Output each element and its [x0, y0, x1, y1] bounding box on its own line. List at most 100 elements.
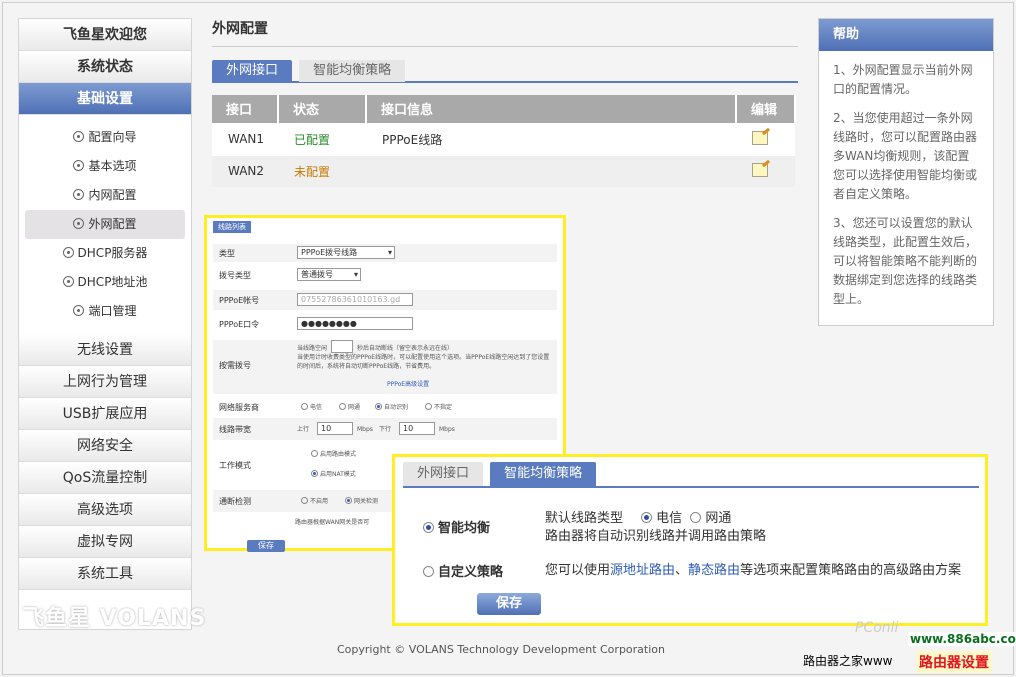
sub-item-wizard[interactable]: 配置向导	[25, 123, 185, 152]
dial-select[interactable]: 普通拨号	[297, 268, 361, 281]
menu-wireless[interactable]: 无线设置	[19, 334, 191, 366]
password-label: PPPoE口令	[219, 320, 260, 329]
save-button[interactable]: 保存	[247, 540, 285, 552]
tab-bar: 外网接口 智能均衡策略	[403, 462, 979, 488]
source-routing-link[interactable]: 源地址路由	[610, 563, 675, 578]
detect-opt: 不启用	[310, 498, 329, 505]
bw-down-input[interactable]: 10	[399, 422, 435, 435]
radio-icon[interactable]	[375, 403, 382, 410]
isp-opt: 电信	[310, 404, 323, 411]
tab-smart-balance[interactable]: 智能均衡策略	[299, 60, 406, 82]
cell-info: PPPoE线路	[366, 122, 736, 155]
password-input[interactable]: ●●●●●●●●	[297, 317, 413, 330]
row-redial: 按需拨号 当线路空闲 秒后自动断线（留空表示永远在线） 当使用计时收费类型的PP…	[213, 340, 557, 394]
sub-item-port-mgmt[interactable]: 端口管理	[25, 297, 185, 326]
radio-icon[interactable]	[339, 403, 346, 410]
page-title: 外网配置	[212, 18, 798, 47]
menu-advanced[interactable]: 高级选项	[19, 494, 191, 526]
cell-iface: WAN2	[212, 154, 278, 187]
smart-balance-option[interactable]: 智能均衡	[423, 517, 490, 536]
bw-down-label: 下行	[379, 426, 392, 433]
custom-desc: 您可以使用源地址路由、静态路由等选项来配置策略路由的高级路由方案	[545, 563, 962, 578]
isp-label: 网络服务商	[219, 403, 259, 412]
radio-icon[interactable]	[345, 497, 352, 504]
account-label: PPPoE帐号	[219, 296, 260, 305]
menu-system-status[interactable]: 系统状态	[19, 51, 191, 83]
radio-icon[interactable]	[423, 566, 434, 577]
menu-tools[interactable]: 系统工具	[19, 558, 191, 590]
sub-item-lan[interactable]: 内网配置	[25, 181, 185, 210]
sub-item-wan[interactable]: 外网配置	[25, 210, 185, 239]
bw-up-input[interactable]: 10	[317, 422, 353, 435]
table-row: WAN1 已配置 PPPoE线路	[212, 122, 795, 155]
bw-unit: Mbps	[439, 426, 455, 433]
tab-bar: 外网接口 智能均衡策略	[212, 59, 798, 83]
pppoe-advanced-link[interactable]: PPPoE高级设置	[387, 380, 429, 389]
mode-label: 工作模式	[219, 461, 251, 470]
sub-item-dhcp-server[interactable]: DHCP服务器	[25, 239, 185, 268]
sub-item-dhcp-pool[interactable]: DHCP地址池	[25, 268, 185, 297]
save-button[interactable]: 保存	[477, 593, 541, 615]
sidebar: 飞鱼星欢迎您 系统状态 基础设置 配置向导 基本选项 内网配置 外网配置 DHC…	[18, 18, 192, 630]
menu-usb[interactable]: USB扩展应用	[19, 398, 191, 430]
radio-icon	[73, 305, 85, 316]
idle-seconds-input[interactable]	[331, 340, 353, 353]
pconline-watermark: PConli	[855, 620, 899, 636]
help-paragraph: 3、您还可以设置您的默认线路类型，此配置生效后，可以将智能策略不能判断的数据绑定…	[833, 216, 978, 306]
col-header-info: 接口信息	[366, 95, 737, 123]
mode-opt: 启用路由模式	[320, 451, 357, 458]
col-header-iface: 接口	[212, 95, 279, 123]
radio-icon[interactable]	[311, 450, 318, 457]
help-title: 帮助	[819, 19, 993, 51]
account-input[interactable]: 07552786361010163.gd	[297, 293, 413, 306]
edit-icon[interactable]	[752, 162, 768, 177]
volans-logo: 飞鱼星 VOLANS	[22, 606, 207, 631]
menu-welcome[interactable]: 飞鱼星欢迎您	[19, 19, 191, 51]
radio-icon[interactable]	[301, 403, 308, 410]
radio-icon	[62, 247, 74, 258]
detect-opt: 网关检测	[354, 498, 379, 505]
menu-security[interactable]: 网络安全	[19, 430, 191, 462]
telecom-label: 电信	[656, 511, 683, 526]
menu-basic-settings[interactable]: 基础设置	[19, 83, 191, 115]
radio-icon	[73, 160, 85, 171]
radio-icon[interactable]	[641, 512, 653, 523]
cell-status: 未配置	[278, 154, 366, 187]
radio-icon[interactable]	[423, 522, 434, 533]
radio-icon[interactable]	[425, 403, 432, 410]
row-account: PPPoE帐号 07552786361010163.gd	[213, 290, 557, 310]
help-paragraph: 2、当您使用超过一条外网线路时，您可以配置路由器多WAN均衡规则，该配置您可以选…	[833, 111, 978, 201]
cell-status: 已配置	[278, 122, 366, 155]
main-content: 外网配置 外网接口 智能均衡策略 接口 状态 接口信息 编辑 WAN1 已配置 …	[212, 18, 798, 187]
help-paragraph: 1、外网配置显示当前外网口的配置情况。	[833, 63, 973, 96]
radio-icon[interactable]	[301, 497, 308, 504]
menu-qos[interactable]: QoS流量控制	[19, 462, 191, 494]
tab-wan-interface[interactable]: 外网接口	[212, 60, 293, 82]
site-watermark: www.886abc.com	[908, 632, 1016, 646]
radio-icon[interactable]	[690, 512, 702, 523]
isp-opt: 不指定	[434, 404, 453, 411]
menu-vpn[interactable]: 虚拟专网	[19, 526, 191, 558]
help-panel: 帮助 1、外网配置显示当前外网口的配置情况。 2、当您使用超过一条外网线路时，您…	[818, 18, 994, 326]
radio-icon[interactable]	[311, 470, 318, 477]
netcom-label: 网通	[705, 511, 732, 526]
tab-smart-balance[interactable]: 智能均衡策略	[490, 462, 597, 486]
balance-policy-overlay: 外网接口 智能均衡策略 智能均衡 默认线路类型 电信 网通 路由器将自动识别线路…	[392, 454, 988, 626]
smart-desc: 路由器将自动识别线路并调用路由策略	[545, 529, 767, 544]
dial-label: 拨号类型	[219, 271, 251, 280]
radio-icon	[73, 131, 85, 142]
menu-behavior[interactable]: 上网行为管理	[19, 366, 191, 398]
detect-label: 通断检测	[219, 497, 251, 506]
sub-item-basic-options[interactable]: 基本选项	[25, 152, 185, 181]
type-select[interactable]: PPPoE拨号线路	[297, 246, 395, 259]
tab-wan-interface[interactable]: 外网接口	[403, 462, 484, 486]
edit-icon[interactable]	[752, 130, 768, 145]
menu-lower: 无线设置 上网行为管理 USB扩展应用 网络安全 QoS流量控制 高级选项 虚拟…	[19, 334, 191, 590]
redial-text: 秒后自动断线（留空表示永远在线）	[357, 345, 454, 352]
footer-copyright: Copyright © VOLANS Technology Developmen…	[337, 643, 665, 656]
custom-policy-option[interactable]: 自定义策略	[423, 561, 503, 580]
submenu-basic: 配置向导 基本选项 内网配置 外网配置 DHCP服务器 DHCP地址池 端口管理	[19, 115, 191, 334]
col-header-status: 状态	[278, 95, 367, 123]
static-routing-link[interactable]: 静态路由	[688, 563, 740, 578]
row-isp: 网络服务商 电信 网通 自动识别 不指定	[213, 398, 557, 416]
